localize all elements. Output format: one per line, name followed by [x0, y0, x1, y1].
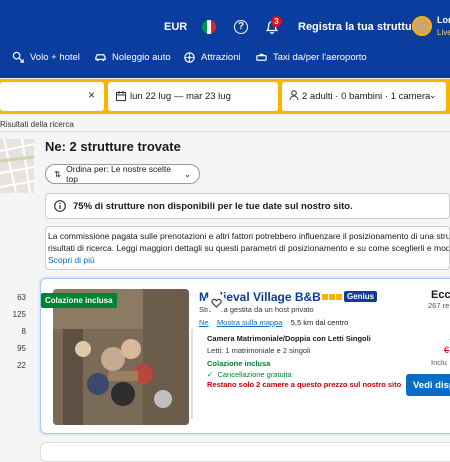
star-rating	[322, 294, 342, 300]
dates-value: lun 22 lug — mar 23 lug	[130, 91, 231, 102]
star-icon	[336, 294, 342, 300]
notification-badge: 3	[271, 16, 282, 27]
room-beds: Letti: 1 matrimoniale e 2 singoli	[207, 346, 311, 355]
show-on-map-link[interactable]: Mostra sulla mappa	[217, 318, 282, 327]
date-picker[interactable]: lun 22 lug — mar 23 lug	[108, 82, 278, 111]
heart-icon	[210, 298, 222, 308]
calendar-icon	[116, 91, 126, 101]
check-icon: ✓	[207, 370, 214, 379]
nav-item-airport-taxi[interactable]: Taxi da/per l'aeroporto	[255, 51, 367, 64]
courtyard-photo	[53, 289, 189, 425]
breakfast-included: Colazione inclusa	[207, 359, 271, 368]
property-card[interactable]	[40, 442, 450, 462]
breadcrumb[interactable]: Risultati della ricerca	[0, 120, 74, 129]
attractions-icon	[184, 52, 195, 63]
review-score-label: Ecce	[431, 289, 450, 301]
sort-button[interactable]: ⇅ Ordina per: Le nostre scelte top ⌄	[45, 164, 200, 184]
page-title: Ne: 2 strutture trovate	[45, 139, 181, 154]
favorite-button[interactable]	[206, 293, 226, 313]
notice-line: La commissione pagata sulle prenotazioni…	[48, 231, 450, 241]
currency-selector[interactable]: EUR	[164, 21, 187, 33]
reviews-count: 267 re	[428, 301, 450, 310]
availability-info-box: 75% di strutture non disponibili per le …	[45, 193, 450, 219]
taxi-icon	[256, 53, 267, 61]
product-nav: Volo + hotel Noleggio auto Attrazioni Ta…	[0, 51, 450, 67]
free-cancellation: ✓ Cancellazione gratuita	[207, 370, 292, 379]
car-icon	[95, 54, 106, 62]
room-details: Camera Matrimoniale/Doppia con Letti Sin…	[191, 329, 401, 419]
histogram-value: 63	[17, 293, 26, 302]
divider	[0, 131, 450, 132]
taxes-note: Inclu	[431, 358, 447, 367]
scarcity-message: Restano solo 2 camere a questo prezzo su…	[207, 380, 402, 389]
nav-label: Noleggio auto	[112, 52, 171, 63]
nav-label: Taxi da/per l'aeroporto	[273, 52, 367, 63]
top-bar: EUR ? 3 Registra la tua struttura Lore L…	[0, 0, 450, 78]
ranking-notice: La commissione pagata sulle prenotazioni…	[45, 226, 450, 270]
guests-selector[interactable]: 2 adulti · 0 bambini · 1 camera ⌄	[282, 82, 446, 111]
avatar[interactable]	[412, 16, 432, 36]
star-icon	[322, 294, 328, 300]
search-bar: × lun 22 lug — mar 23 lug 2 adulti · 0 b…	[0, 79, 450, 114]
old-price: €	[444, 345, 450, 355]
map-preview[interactable]	[0, 139, 34, 193]
clear-icon[interactable]: ×	[88, 88, 95, 102]
nav-item-car-rental[interactable]: Noleggio auto	[94, 51, 171, 64]
cancellation-label: Cancellazione gratuita	[217, 370, 292, 379]
destination-input[interactable]: ×	[0, 82, 104, 111]
chevron-down-icon: ⌄	[429, 90, 437, 100]
price-histogram-values: 63 125 8 95 22	[12, 293, 26, 378]
histogram-value: 125	[12, 310, 26, 319]
person-icon	[289, 90, 299, 101]
guests-value: 2 adulti · 0 bambini · 1 camera	[302, 91, 431, 102]
star-icon	[329, 294, 335, 300]
histogram-value: 8	[21, 327, 26, 336]
room-name: Camera Matrimoniale/Doppia con Letti Sin…	[207, 334, 371, 343]
learn-more-link[interactable]: Scopri di più	[48, 254, 449, 266]
property-photo[interactable]	[53, 289, 189, 425]
sort-icon: ⇅	[54, 168, 62, 179]
property-card[interactable]: Colazione inclusa Medieval Village B&B G…	[40, 278, 450, 434]
user-name[interactable]: Lore	[437, 15, 450, 25]
help-icon[interactable]: ?	[234, 20, 248, 34]
map-streets	[0, 139, 34, 193]
histogram-value: 95	[17, 344, 26, 353]
deal-tag: Colazione inclusa	[41, 293, 117, 308]
location-line: Ne Mostra sulla mappa 5,5 km dal centro	[199, 318, 348, 327]
info-text: 75% di strutture non disponibili per le …	[73, 201, 353, 212]
info-icon	[54, 200, 66, 212]
nav-label: Attrazioni	[201, 52, 241, 63]
location-link[interactable]: Ne	[199, 318, 209, 327]
user-level: Live	[437, 28, 450, 37]
genius-badge: Genius	[344, 291, 378, 302]
flight-hotel-icon	[12, 51, 24, 63]
sort-label: Ordina per: Le nostre scelte top	[66, 164, 172, 184]
notice-line: risultati di ricerca. Leggi maggiori det…	[48, 243, 450, 253]
see-availability-button[interactable]: Vedi dispo	[406, 374, 450, 396]
register-property-link[interactable]: Registra la tua struttura	[298, 21, 422, 33]
nav-item-flight-hotel[interactable]: Volo + hotel	[12, 51, 80, 64]
nav-item-attractions[interactable]: Attrazioni	[183, 51, 241, 64]
histogram-value: 22	[17, 361, 26, 370]
nav-label: Volo + hotel	[30, 52, 80, 63]
language-flag-icon[interactable]	[202, 20, 216, 34]
distance: 5,5 km dal centro	[290, 318, 349, 327]
chevron-down-icon: ⌄	[183, 168, 191, 179]
